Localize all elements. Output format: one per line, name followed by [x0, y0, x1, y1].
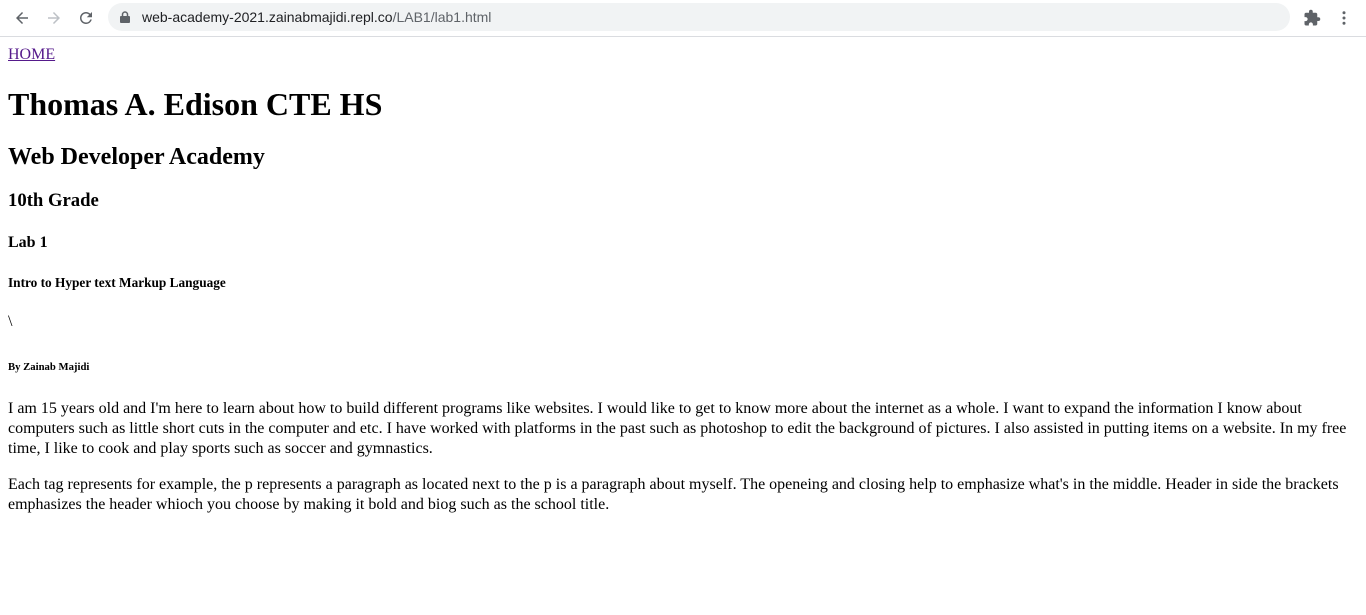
forward-button[interactable]: [42, 6, 66, 30]
author-heading: By Zainab Majidi: [8, 361, 90, 373]
browser-menu-button[interactable]: [1332, 6, 1356, 30]
academy-heading: Web Developer Academy: [8, 144, 265, 170]
back-button[interactable]: [10, 6, 34, 30]
kebab-menu-icon: [1342, 11, 1346, 25]
extensions-icon: [1304, 9, 1321, 26]
back-icon: [16, 12, 28, 24]
lab-subtitle: Intro to Hyper text Markup Language: [8, 275, 226, 290]
reload-button[interactable]: [74, 6, 98, 30]
url-path: /LAB1/lab1.html: [392, 9, 492, 25]
url-text: web-academy-2021.zainabmajidi.repl.co/LA…: [142, 9, 491, 25]
forward-icon: [48, 12, 60, 24]
extensions-button[interactable]: [1300, 6, 1324, 30]
school-title: Thomas A. Edison CTE HS: [8, 86, 383, 122]
home-link[interactable]: HOME: [8, 45, 55, 65]
page-content: HOME Thomas A. Edison CTE HS Web Develop…: [0, 45, 1366, 515]
reload-icon: [80, 11, 92, 24]
grade-heading: 10th Grade: [8, 190, 99, 211]
stray-text: \: [8, 313, 13, 330]
lab-heading: Lab 1: [8, 234, 48, 251]
tags-paragraph: Each tag represents for example, the p r…: [8, 476, 1339, 513]
about-paragraph: I am 15 years old and I'm here to learn …: [8, 400, 1347, 457]
browser-toolbar: web-academy-2021.zainabmajidi.repl.co/LA…: [0, 0, 1366, 37]
url-host: web-academy-2021.zainabmajidi.repl.co: [142, 9, 393, 25]
lock-icon: [120, 11, 130, 23]
address-bar[interactable]: web-academy-2021.zainabmajidi.repl.co/LA…: [108, 3, 1290, 31]
